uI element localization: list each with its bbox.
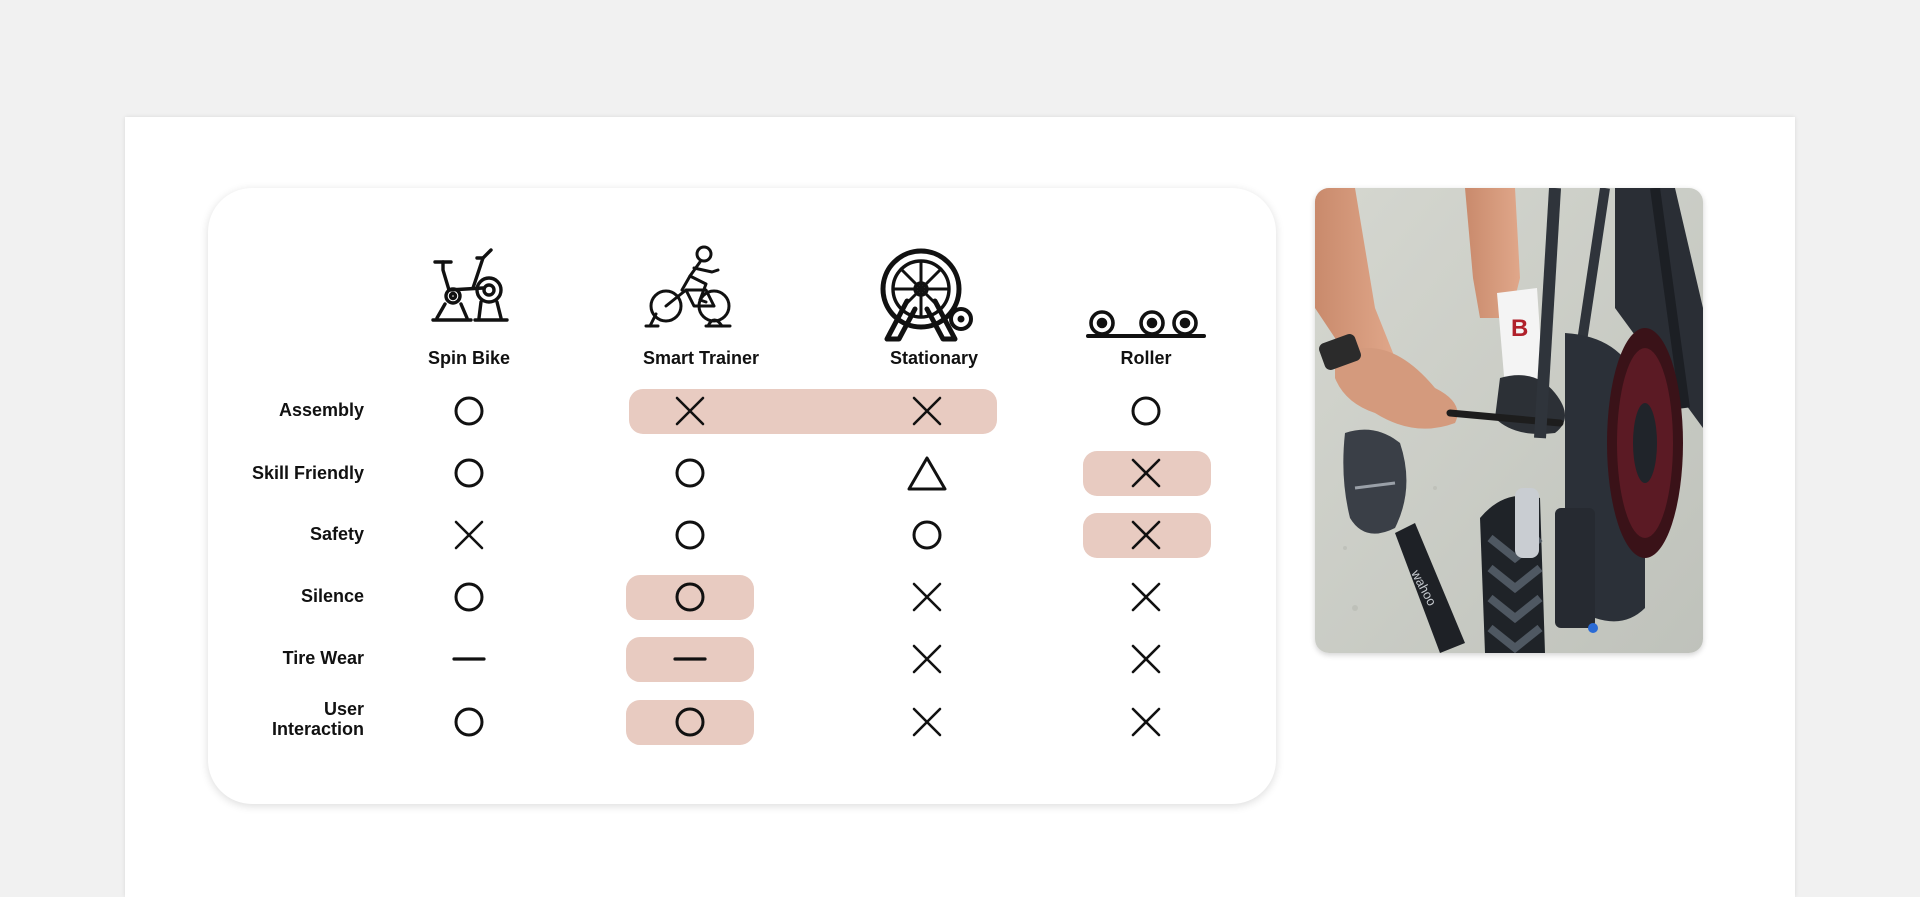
cross-mark-icon <box>912 644 942 674</box>
trainer-photo: B wahoo <box>1315 188 1703 653</box>
circle-mark-icon <box>454 396 484 426</box>
smart-trainer-icon <box>644 245 732 328</box>
cross-mark-icon <box>1131 707 1161 737</box>
cross-mark-icon <box>675 396 705 426</box>
spin-bike-icon <box>431 248 509 322</box>
cross-mark-icon <box>912 707 942 737</box>
cross-mark-icon <box>454 520 484 550</box>
cross-mark-icon <box>1131 644 1161 674</box>
column-label-spin-bike: Spin Bike <box>427 348 511 368</box>
row-label-user-interaction-text: User Interaction <box>271 699 364 739</box>
cross-mark-icon <box>1131 458 1161 488</box>
row-label-tire-wear: Tire Wear <box>282 648 364 668</box>
roller-icon <box>1086 310 1206 338</box>
circle-mark-icon <box>454 458 484 488</box>
circle-mark-icon <box>912 520 942 550</box>
dash-mark-icon <box>452 657 486 661</box>
row-label-skill-friendly: Skill Friendly <box>251 463 364 483</box>
circle-mark-icon <box>454 707 484 737</box>
circle-mark-icon <box>675 582 705 612</box>
circle-mark-icon <box>675 707 705 737</box>
circle-mark-icon <box>675 520 705 550</box>
cross-mark-icon <box>1131 520 1161 550</box>
triangle-mark-icon <box>907 456 947 491</box>
row-label-assembly: Assembly <box>278 400 364 420</box>
column-label-stationary: Stationary <box>889 348 979 368</box>
cross-mark-icon <box>1131 582 1161 612</box>
trainer-photo-image: B wahoo <box>1315 188 1703 653</box>
cross-mark-icon <box>912 396 942 426</box>
sock-logo: B <box>1511 315 1528 342</box>
circle-mark-icon <box>675 458 705 488</box>
column-label-roller: Roller <box>1120 348 1172 368</box>
row-label-silence: Silence <box>300 586 364 606</box>
column-label-smart-trainer: Smart Trainer <box>642 348 760 368</box>
circle-mark-icon <box>454 582 484 612</box>
stationary-icon <box>880 248 973 342</box>
row-label-safety: Safety <box>309 524 364 544</box>
cross-mark-icon <box>912 582 942 612</box>
circle-mark-icon <box>1131 396 1161 426</box>
dash-mark-icon <box>673 657 707 661</box>
row-label-user-interaction: User Interaction <box>272 699 364 739</box>
